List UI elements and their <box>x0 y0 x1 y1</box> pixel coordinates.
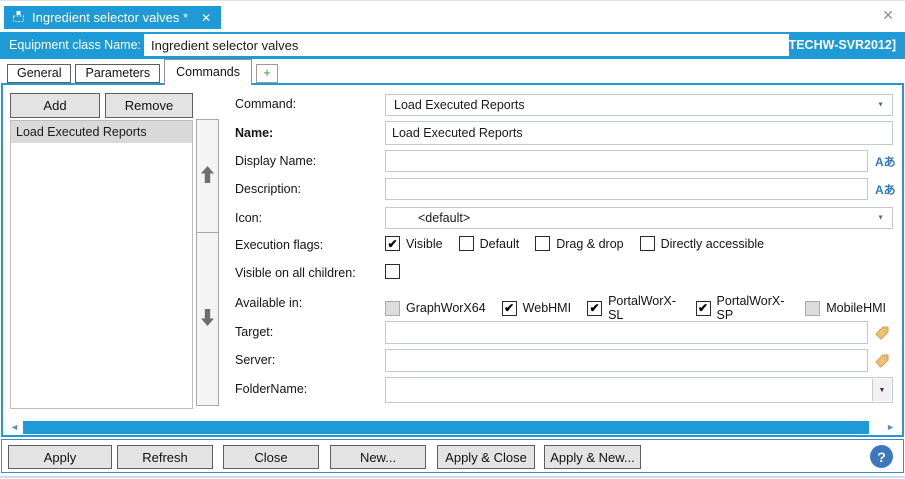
checkbox-visible[interactable]: ✔ <box>385 236 400 251</box>
checkbox-mobilehmi <box>805 300 821 316</box>
description-label: Description: <box>235 182 301 196</box>
localize-icon[interactable]: Aあ <box>875 181 896 198</box>
arrow-down-icon <box>201 309 214 329</box>
close-button[interactable]: Close <box>223 445 319 469</box>
tag-icon[interactable] <box>874 325 890 341</box>
tag-icon[interactable] <box>874 353 890 369</box>
dialog-title: Ingredient selector valves * <box>32 10 189 25</box>
title-bar: Ingredient selector valves * ✕ ✕ <box>0 1 905 32</box>
equipment-class-name-input[interactable] <box>144 34 789 56</box>
scrollbar-thumb[interactable] <box>23 421 869 434</box>
dropdown-button[interactable]: ▼ <box>872 379 891 401</box>
move-down-button[interactable] <box>196 232 219 406</box>
equipment-class-bar: Equipment class Name: [TECHW-SVR2012] <box>0 32 905 59</box>
checkbox-drag-drop[interactable] <box>535 236 551 251</box>
horizontal-scrollbar[interactable]: ◄ ► <box>8 421 897 434</box>
checkbox-portalworx-sp[interactable]: ✔ <box>695 300 711 316</box>
checkbox-default-item[interactable]: Default <box>458 236 520 251</box>
localize-icon[interactable]: Aあ <box>875 153 896 170</box>
checkbox-default[interactable] <box>458 236 474 251</box>
checkbox-mobilehmi-item[interactable]: MobileHMI <box>805 300 886 316</box>
command-label: Command: <box>235 97 297 111</box>
icon-dropdown[interactable]: <default> ▼ <box>385 207 893 229</box>
reorder-column <box>196 119 219 406</box>
checkbox-graphworx64 <box>385 300 400 316</box>
tab-commands[interactable]: Commands <box>164 59 253 85</box>
server-host-badge: [TECHW-SVR2012] <box>784 38 896 52</box>
icon-label: Icon: <box>235 211 263 225</box>
checkbox-portalworx-sp-label: PortalWorX-SP <box>716 294 785 322</box>
checkbox-directly-accessible-label: Directly accessible <box>660 236 765 251</box>
move-up-button[interactable] <box>196 119 219 233</box>
command-list[interactable]: Load Executed Reports <box>10 120 193 409</box>
window-close-icon[interactable]: ✕ <box>882 8 894 22</box>
checkbox-directly-accessible-item[interactable]: Directly accessible <box>639 236 765 251</box>
name-input[interactable] <box>385 121 893 145</box>
target-input[interactable] <box>385 321 868 344</box>
checkbox-graphworx64-item[interactable]: GraphWorX64 <box>385 300 486 316</box>
tab-general[interactable]: General <box>7 64 72 83</box>
checkbox-mobilehmi-label: MobileHMI <box>826 301 886 315</box>
scroll-right-icon[interactable]: ► <box>886 422 895 433</box>
available-in-group: GraphWorX64 ✔ WebHMI ✔ PortalWorX-SL ✔ PortalW… <box>385 294 902 322</box>
tab-add[interactable]: + <box>256 64 279 83</box>
checkbox-portalworx-sl-item[interactable]: ✔ PortalWorX-SL <box>587 294 679 322</box>
footer-bar: ? Apply Refresh Close New... Apply & Close Ap… <box>1 439 904 473</box>
icon-dropdown-value: <default> <box>418 211 471 225</box>
tab-close-icon[interactable]: ✕ <box>201 11 211 25</box>
window-bottom-edge <box>0 476 905 478</box>
tab-parameters[interactable]: Parameters <box>75 64 161 83</box>
scroll-left-icon[interactable]: ◄ <box>10 422 19 433</box>
checkbox-portalworx-sl-label: PortalWorX-SL <box>608 294 676 322</box>
folder-name-dropdown[interactable]: ▼ <box>385 377 893 403</box>
target-label: Target: <box>235 325 274 339</box>
document-tab[interactable]: Ingredient selector valves * ✕ <box>4 6 222 29</box>
equipment-class-dialog: Ingredient selector valves * ✕ ✕ Equipme… <box>0 0 905 479</box>
execution-flags-label: Execution flags: <box>235 238 324 252</box>
available-in-label: Available in: <box>235 296 303 310</box>
description-input[interactable] <box>385 178 868 200</box>
name-label: Name: <box>235 126 274 140</box>
chevron-down-icon: ▼ <box>878 386 886 394</box>
refresh-button[interactable]: Refresh <box>117 445 213 469</box>
add-button[interactable]: Add <box>10 93 100 118</box>
tab-bar: General Parameters Commands + <box>7 59 282 85</box>
remove-button[interactable]: Remove <box>105 93 193 118</box>
checkbox-drag-drop-label: Drag & drop <box>556 236 624 251</box>
display-name-input[interactable] <box>385 150 868 172</box>
checkbox-webhmi-label: WebHMI <box>522 301 572 315</box>
chevron-down-icon: ▼ <box>877 214 884 222</box>
checkbox-webhmi[interactable]: ✔ <box>501 300 517 316</box>
checkbox-visible-item[interactable]: ✔ Visible <box>385 236 443 251</box>
checkbox-visible-on-all-children[interactable] <box>385 264 400 279</box>
list-item[interactable]: Load Executed Reports <box>11 121 192 143</box>
server-label: Server: <box>235 353 276 367</box>
checkbox-drag-drop-item[interactable]: Drag & drop <box>535 236 624 251</box>
checkbox-visible-label: Visible <box>406 236 443 251</box>
new-button[interactable]: New... <box>330 445 426 469</box>
equipment-class-name-label: Equipment class Name: <box>9 38 142 52</box>
checkbox-webhmi-item[interactable]: ✔ WebHMI <box>501 300 572 316</box>
checkbox-portalworx-sl[interactable]: ✔ <box>587 300 603 316</box>
chevron-down-icon: ▼ <box>877 101 884 109</box>
apply-button[interactable]: Apply <box>8 445 112 469</box>
help-button[interactable]: ? <box>870 445 893 468</box>
commands-panel: Add Remove Load Executed Reports Command… <box>1 83 904 437</box>
visible-children-label: Visible on all children: <box>235 266 356 280</box>
display-name-label: Display Name: <box>235 154 317 168</box>
checkbox-default-label: Default <box>479 236 520 251</box>
apply-new-button[interactable]: Apply & New... <box>544 445 641 469</box>
checkbox-portalworx-sp-item[interactable]: ✔ PortalWorX-SP <box>695 294 790 322</box>
folder-name-label: FolderName: <box>235 382 308 396</box>
command-dropdown-value: Load Executed Reports <box>394 98 525 112</box>
apply-close-button[interactable]: Apply & Close <box>437 445 535 469</box>
server-input[interactable] <box>385 349 868 372</box>
checkbox-graphworx64-label: GraphWorX64 <box>406 301 486 315</box>
execution-flags-group: ✔ Visible Default Drag & drop Directly acces… <box>385 236 780 251</box>
equipment-class-icon <box>12 10 25 26</box>
checkbox-directly-accessible[interactable] <box>639 236 655 251</box>
arrow-up-icon <box>201 166 214 186</box>
command-dropdown[interactable]: Load Executed Reports ▼ <box>385 94 893 116</box>
